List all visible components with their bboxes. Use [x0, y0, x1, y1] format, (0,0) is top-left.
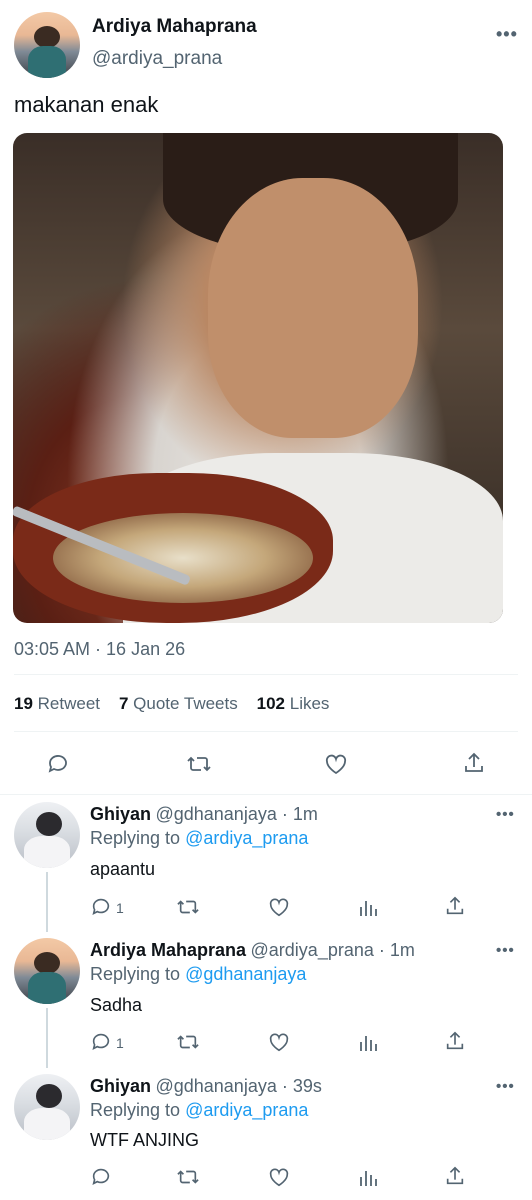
share-icon[interactable] [444, 1030, 466, 1052]
tweet-stats: 19 Retweet 7 Quote Tweets 102 Likes [14, 694, 329, 714]
reply-avatar[interactable] [14, 938, 80, 1004]
author-avatar[interactable] [14, 12, 80, 78]
reply-count: 1 [116, 900, 124, 916]
thread-line [46, 1008, 48, 1068]
photo-face [208, 178, 418, 438]
share-icon[interactable] [444, 895, 466, 917]
more-icon[interactable]: ••• [496, 806, 515, 823]
reply-header: Ghiyan @gdhananjaya · 1m [90, 804, 318, 825]
reply-author-name[interactable]: Ghiyan [90, 1076, 151, 1096]
analytics-icon[interactable] [358, 1031, 378, 1053]
replying-prefix: Replying to [90, 964, 181, 984]
likes-count: 102 [256, 694, 286, 713]
like-icon[interactable] [267, 896, 291, 918]
replying-to: Replying to @gdhananjaya [90, 964, 306, 985]
reply-author-name[interactable]: Ghiyan [90, 804, 151, 824]
likes-label: Likes [289, 694, 330, 713]
mention-link[interactable]: @gdhananjaya [185, 964, 306, 984]
divider [0, 794, 532, 795]
replying-to: Replying to @ardiya_prana [90, 828, 308, 849]
replying-to: Replying to @ardiya_prana [90, 1100, 308, 1121]
quotes-label: Quote Tweets [133, 694, 238, 713]
retweet-icon[interactable] [176, 1166, 200, 1188]
reply-text: Sadha [90, 995, 143, 1015]
tweet-photo[interactable] [13, 133, 503, 623]
quotes-stat[interactable]: 7 Quote Tweets [119, 694, 238, 713]
likes-stat[interactable]: 102 Likes [257, 694, 330, 713]
more-icon[interactable]: ••• [496, 942, 515, 959]
analytics-icon[interactable] [358, 1166, 378, 1188]
reply-count: 1 [116, 1035, 124, 1051]
reply-text: WTF ANJING [90, 1130, 199, 1150]
tweet-text: makanan enak [14, 92, 159, 117]
comment-icon[interactable] [46, 752, 70, 776]
retweets-label: Retweet [37, 694, 101, 713]
quotes-count: 7 [118, 694, 129, 713]
comment-icon[interactable] [90, 1166, 112, 1188]
reply-author-handle[interactable]: @gdhananjaya · 39s [155, 1076, 321, 1096]
photo-rice [53, 513, 313, 603]
comment-icon[interactable] [90, 896, 112, 918]
author-name[interactable]: Ardiya Mahaprana [92, 16, 257, 38]
author-handle[interactable]: @ardiya_prana [92, 48, 222, 70]
reply-avatar[interactable] [14, 802, 80, 868]
reply-author-handle[interactable]: @gdhananjaya · 1m [155, 804, 317, 824]
reply-text: apaantu [90, 859, 156, 879]
retweet-icon[interactable] [176, 1031, 200, 1053]
share-icon[interactable] [444, 1165, 466, 1187]
retweet-icon[interactable] [186, 752, 212, 776]
reply-header: Ghiyan @gdhananjaya · 39s [90, 1076, 322, 1097]
more-icon[interactable]: ••• [496, 24, 518, 45]
replying-prefix: Replying to [90, 1100, 181, 1120]
like-icon[interactable] [267, 1166, 291, 1188]
like-icon[interactable] [267, 1031, 291, 1053]
retweets-stat[interactable]: 19 Retweet [14, 694, 100, 713]
reply-avatar[interactable] [14, 1074, 80, 1140]
like-icon[interactable] [323, 752, 349, 776]
mention-link[interactable]: @ardiya_prana [185, 828, 308, 848]
mention-link[interactable]: @ardiya_prana [185, 1100, 308, 1120]
replying-prefix: Replying to [90, 828, 181, 848]
tweet-timestamp[interactable]: 03:05 AM · 16 Jan 26 [14, 639, 185, 660]
more-icon[interactable]: ••• [496, 1078, 515, 1095]
thread-line [46, 872, 48, 932]
comment-icon[interactable] [90, 1031, 112, 1053]
divider [14, 674, 518, 675]
reply-author-name[interactable]: Ardiya Mahaprana [90, 940, 246, 960]
retweets-count: 19 [14, 694, 33, 713]
retweet-icon[interactable] [176, 896, 200, 918]
reply-header: Ardiya Mahaprana @ardiya_prana · 1m [90, 940, 415, 961]
analytics-icon[interactable] [358, 896, 378, 918]
divider [14, 731, 518, 732]
reply-author-handle[interactable]: @ardiya_prana · 1m [251, 940, 415, 960]
share-icon[interactable] [462, 751, 486, 775]
